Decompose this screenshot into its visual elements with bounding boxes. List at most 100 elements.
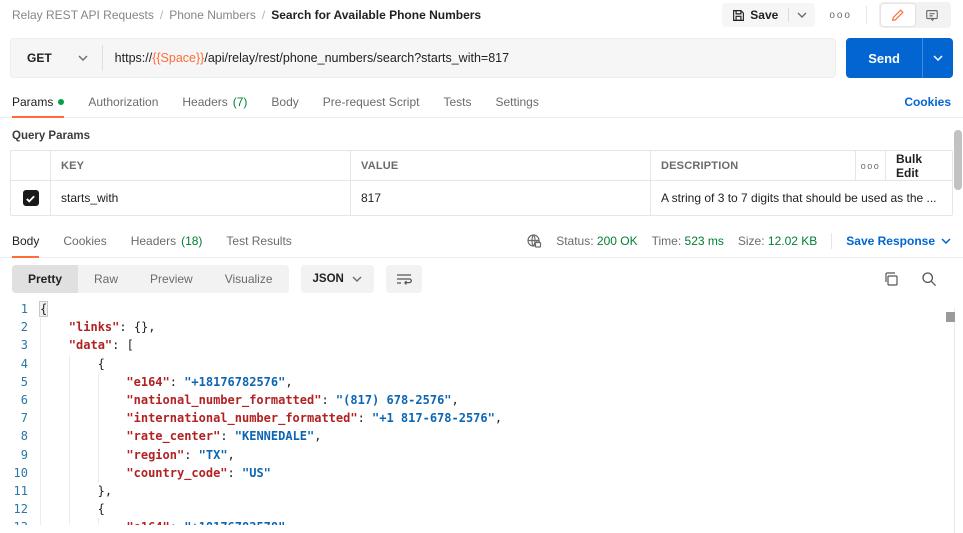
network-globe-lock-icon[interactable] — [526, 233, 542, 249]
indent-guide — [40, 355, 69, 373]
code-line-content: "region": "TX", — [40, 446, 235, 464]
json-value: "+1 817-678-2576" — [372, 411, 495, 425]
chevron-down-icon — [941, 238, 951, 244]
code-scrollbar-thumb[interactable] — [946, 312, 955, 322]
url-input[interactable]: https://{{Space}}/api/relay/rest/phone_n… — [103, 39, 836, 77]
indent-guide — [40, 482, 69, 500]
response-tab-test-results[interactable]: Test Results — [226, 224, 291, 257]
code-line: 8"rate_center": "KENNEDALE", — [0, 427, 963, 445]
save-options-button[interactable] — [789, 12, 815, 18]
tab-body-label: Body — [271, 95, 298, 109]
indent-guide — [40, 427, 69, 445]
response-tab-cookies-label: Cookies — [63, 234, 106, 248]
search-icon[interactable] — [921, 271, 937, 287]
response-tab-cookies[interactable]: Cookies — [63, 224, 106, 257]
params-more-options-button[interactable]: ooo — [856, 151, 886, 180]
indent-guide — [40, 500, 69, 518]
code-line: 11}, — [0, 482, 963, 500]
tab-pre-request-script[interactable]: Pre-request Script — [323, 86, 420, 117]
url-environment-variable: {{Space}} — [152, 51, 204, 65]
cookies-link[interactable]: Cookies — [904, 95, 951, 109]
send-button[interactable]: Send — [846, 38, 922, 78]
json-punctuation: , — [314, 429, 321, 443]
json-key: "e164" — [126, 520, 169, 525]
column-header-key: KEY — [51, 151, 351, 180]
param-description-input[interactable]: A string of 3 to 7 digits that should be… — [651, 181, 952, 215]
line-number: 11 — [0, 482, 40, 500]
response-tab-body[interactable]: Body — [12, 224, 39, 257]
tab-authorization-label: Authorization — [88, 95, 158, 109]
indent-guide — [98, 446, 127, 464]
tab-body[interactable]: Body — [271, 86, 298, 117]
response-meta: Status: 200 OK Time: 523 ms Size: 12.02 … — [526, 233, 951, 249]
code-line: 6"national_number_formatted": "(817) 678… — [0, 391, 963, 409]
breadcrumb-request-name[interactable]: Search for Available Phone Numbers — [271, 8, 481, 22]
view-raw-button[interactable]: Raw — [78, 265, 134, 293]
code-line-content: "e164": "+18176782578", — [40, 518, 293, 525]
comments-button[interactable] — [915, 4, 949, 26]
top-toolbar: Relay REST API Requests / Phone Numbers … — [0, 0, 963, 30]
code-line-content: { — [40, 355, 105, 373]
code-line-content: "rate_center": "KENNEDALE", — [40, 427, 321, 445]
indent-guide — [69, 482, 98, 500]
view-visualize-button[interactable]: Visualize — [209, 265, 289, 293]
response-headers-count: (18) — [181, 234, 202, 248]
json-punctuation: : — [170, 520, 184, 525]
json-key: "international_number_formatted" — [126, 411, 357, 425]
breadcrumb-folder[interactable]: Phone Numbers — [169, 8, 256, 22]
params-active-dot — [58, 99, 64, 105]
page-scrollbar-thumb[interactable] — [954, 130, 962, 190]
indent-guide — [69, 464, 98, 482]
code-line-content: "data": [ — [40, 336, 134, 354]
code-line-content: "international_number_formatted": "+1 81… — [40, 409, 502, 427]
indent-guide — [69, 355, 98, 373]
code-line-content: "country_code": "US" — [40, 464, 271, 482]
response-tab-body-label: Body — [12, 234, 39, 248]
view-preview-button[interactable]: Preview — [134, 265, 209, 293]
edit-docs-button[interactable] — [881, 4, 915, 26]
breadcrumb-collection[interactable]: Relay REST API Requests — [12, 8, 154, 22]
json-punctuation: { — [40, 302, 47, 316]
send-button-group: Send — [846, 38, 953, 78]
tab-params[interactable]: Params — [12, 86, 64, 117]
code-line: 9"region": "TX", — [0, 446, 963, 464]
tab-authorization[interactable]: Authorization — [88, 86, 158, 117]
param-value-input[interactable]: 817 — [351, 181, 651, 215]
response-body-code[interactable]: 1{2"links": {},3"data": [4{5"e164": "+18… — [0, 300, 963, 525]
view-mode-segments: Pretty Raw Preview Visualize — [12, 265, 289, 293]
tab-tests[interactable]: Tests — [443, 86, 471, 117]
bulk-edit-button[interactable]: Bulk Edit — [886, 151, 952, 180]
chevron-down-icon — [797, 12, 807, 18]
json-punctuation: , — [285, 520, 292, 525]
method-select[interactable]: GET — [11, 39, 102, 77]
tab-headers[interactable]: Headers (7) — [182, 86, 247, 117]
line-number: 2 — [0, 318, 40, 336]
code-line-content: }, — [40, 482, 112, 500]
save-button[interactable]: Save — [722, 8, 788, 22]
json-punctuation: : — [228, 466, 242, 480]
json-key: "national_number_formatted" — [126, 393, 321, 407]
param-key-input[interactable]: starts_with — [51, 181, 351, 215]
headers-count: (7) — [233, 95, 248, 109]
more-actions-button[interactable]: ooo — [829, 10, 852, 21]
url-prefix: https:// — [115, 51, 153, 65]
response-body-toolbar: Pretty Raw Preview Visualize JSON — [0, 258, 963, 300]
chevron-down-icon — [933, 55, 943, 61]
json-value: "TX" — [199, 448, 228, 462]
format-select[interactable]: JSON — [301, 265, 374, 293]
save-response-button[interactable]: Save Response — [846, 234, 951, 248]
copy-icon[interactable] — [883, 271, 899, 287]
tab-settings[interactable]: Settings — [496, 86, 539, 117]
response-tab-headers[interactable]: Headers (18) — [131, 224, 203, 257]
param-row: starts_with 817 A string of 3 to 7 digit… — [11, 181, 952, 215]
json-value: "KENNEDALE" — [235, 429, 314, 443]
param-enabled-checkbox[interactable] — [23, 190, 39, 206]
size-pair: Size: 12.02 KB — [738, 234, 817, 248]
send-options-button[interactable] — [922, 38, 953, 78]
json-punctuation: : {}, — [119, 320, 155, 334]
indent-guide — [40, 391, 69, 409]
wrap-text-button[interactable] — [386, 265, 422, 293]
view-pretty-button[interactable]: Pretty — [12, 265, 78, 293]
line-number: 10 — [0, 464, 40, 482]
json-punctuation: : [ — [112, 338, 134, 352]
